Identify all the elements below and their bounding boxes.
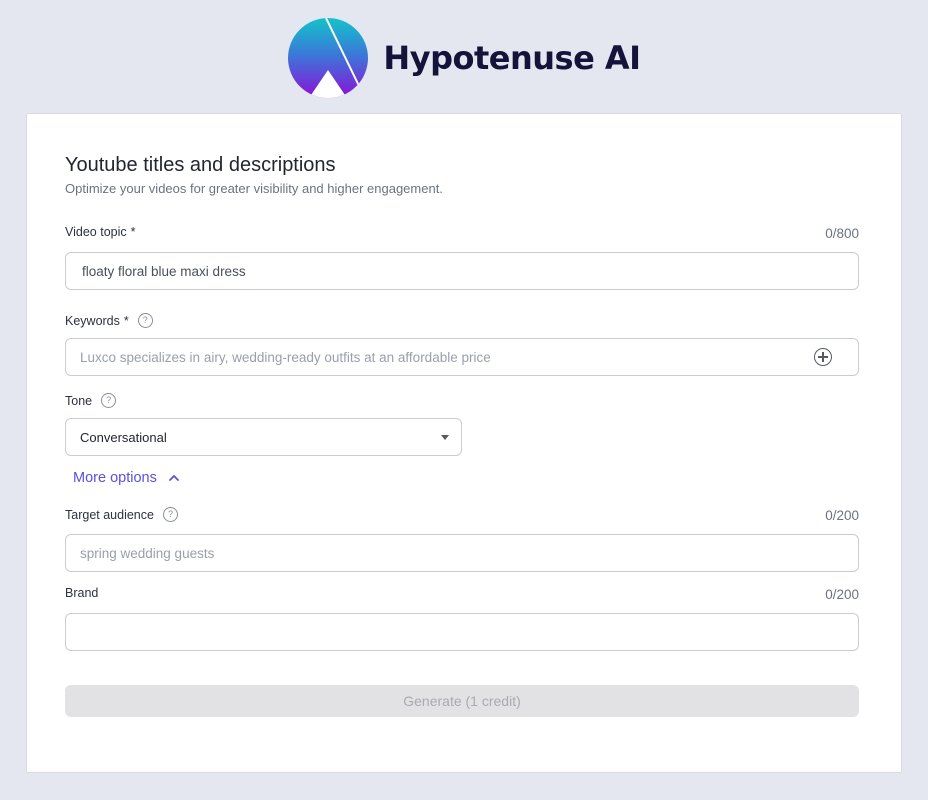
question-circle-icon[interactable]: ? [162,507,178,522]
video-topic-input[interactable]: floaty floral blue maxi dress [65,252,859,290]
more-options-label: More options [73,470,157,486]
more-options-toggle[interactable]: More options [73,470,181,486]
question-circle-icon[interactable]: ? [137,313,153,328]
chevron-up-icon [168,475,179,481]
brand-counter: 0/200 [825,587,859,602]
form-card: Youtube titles and descriptions Optimize… [26,113,902,773]
target-audience-label-text: Target audience [65,507,154,522]
target-audience-label: Target audience ? [65,507,178,522]
plus-circle-icon[interactable] [814,348,832,366]
video-topic-counter: 0/800 [825,226,859,241]
header: Hypotenuse AI [0,18,928,98]
keywords-input[interactable]: Luxco specializes in airy, wedding-ready… [65,338,859,376]
video-topic-label-text: Video topic [65,225,127,239]
brand-logo: Hypotenuse AI [287,18,641,98]
keywords-placeholder: Luxco specializes in airy, wedding-ready… [80,349,491,365]
target-audience-placeholder: spring wedding guests [80,545,215,561]
tone-select[interactable]: Conversational [65,418,462,456]
form-title: Youtube titles and descriptions [65,154,336,176]
generate-button[interactable]: Generate (1 credit) [65,685,859,717]
brand-label-text: Brand [65,586,99,600]
keywords-label-text: Keywords [65,313,120,328]
brand-input[interactable] [65,613,859,651]
caret-down-icon [441,435,449,440]
tone-label-text: Tone [65,393,93,408]
form-subtitle: Optimize your videos for greater visibil… [65,181,443,196]
hypotenuse-logo-icon [288,18,369,98]
tone-label: Tone ? [65,393,117,408]
brand-name: Hypotenuse AI [383,39,641,77]
target-audience-input[interactable]: spring wedding guests [65,534,859,572]
brand-label: Brand [65,586,98,600]
keywords-label: Keywords * ? [65,313,153,328]
required-mark: * [123,313,129,328]
question-circle-icon[interactable]: ? [101,393,117,408]
video-topic-label: Video topic * [65,225,136,239]
tone-selected-value: Conversational [80,429,167,445]
required-mark: * [130,225,136,239]
video-topic-value: floaty floral blue maxi dress [82,263,246,279]
target-audience-counter: 0/200 [825,508,859,523]
